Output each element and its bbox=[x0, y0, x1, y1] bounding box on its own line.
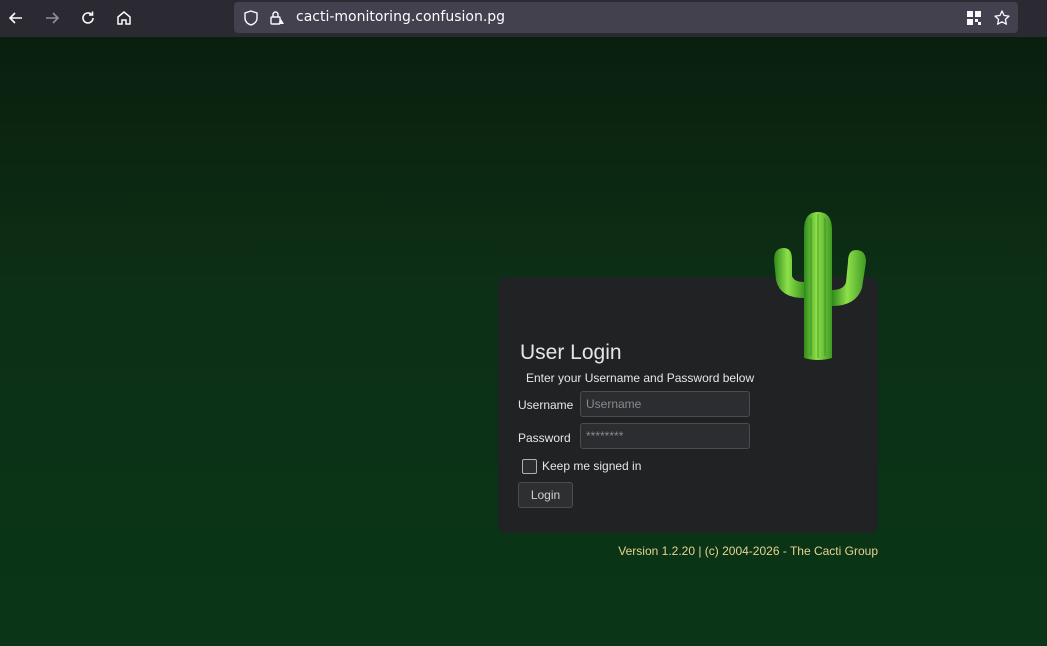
login-page: User Login Enter your Username and Passw… bbox=[0, 37, 1047, 646]
reload-icon[interactable] bbox=[75, 5, 101, 31]
bookmark-star-icon[interactable] bbox=[993, 9, 1011, 27]
login-instructions: Enter your Username and Password below bbox=[526, 371, 755, 385]
password-input[interactable] bbox=[580, 423, 750, 449]
keep-signed-in-label[interactable]: Keep me signed in bbox=[542, 459, 641, 473]
address-bar[interactable]: cacti-monitoring.confusion.pg bbox=[234, 2, 1018, 33]
browser-toolbar: cacti-monitoring.confusion.pg bbox=[0, 0, 1047, 37]
forward-icon[interactable] bbox=[39, 5, 65, 31]
qr-code-icon[interactable] bbox=[965, 9, 983, 27]
keep-signed-in-checkbox[interactable] bbox=[522, 459, 537, 474]
home-icon[interactable] bbox=[111, 5, 137, 31]
login-button[interactable]: Login bbox=[518, 482, 573, 508]
insecure-lock-icon[interactable] bbox=[268, 9, 286, 27]
page-title: User Login bbox=[520, 341, 622, 364]
url-text[interactable]: cacti-monitoring.confusion.pg bbox=[296, 9, 505, 25]
back-icon[interactable] bbox=[3, 5, 29, 31]
cactus-logo bbox=[774, 212, 866, 360]
username-input[interactable] bbox=[580, 391, 750, 417]
username-label: Username bbox=[518, 398, 574, 412]
shield-icon[interactable] bbox=[242, 9, 260, 27]
password-label: Password bbox=[518, 431, 571, 445]
version-footer: Version 1.2.20 | (c) 2004-2026 - The Cac… bbox=[618, 544, 878, 558]
